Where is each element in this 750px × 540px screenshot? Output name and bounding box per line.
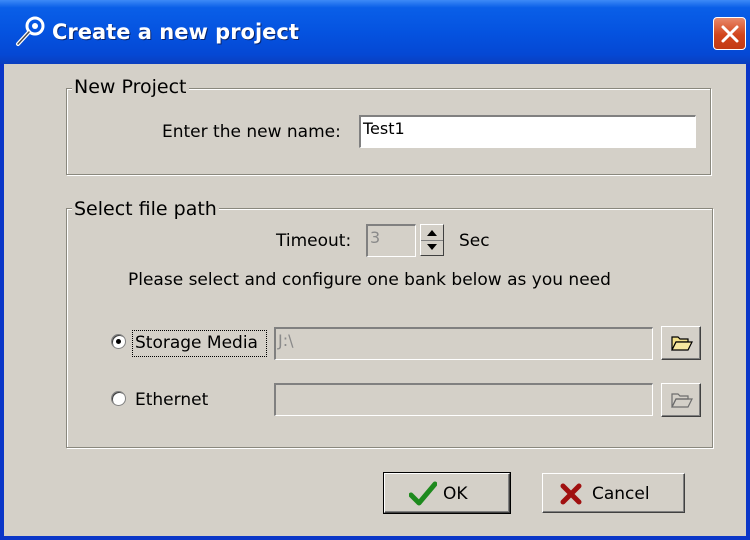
timeout-label: Timeout:: [276, 231, 352, 251]
storage-media-radio[interactable]: [111, 334, 126, 349]
storage-media-path[interactable]: J:\: [274, 327, 653, 360]
file-path-group-label: Select file path: [72, 198, 219, 220]
project-name-input[interactable]: Test1: [359, 115, 696, 148]
ethernet-radio[interactable]: [111, 391, 126, 406]
storage-media-browse-button[interactable]: [661, 326, 701, 360]
ok-label: OK: [443, 484, 468, 504]
timeout-input[interactable]: 3: [366, 224, 416, 257]
project-name-label: Enter the new name:: [162, 122, 341, 142]
ethernet-path[interactable]: [274, 383, 653, 416]
ethernet-browse-button[interactable]: [661, 383, 701, 417]
title-bar[interactable]: Create a new project: [0, 0, 750, 64]
new-project-group-label: New Project: [72, 76, 189, 98]
cancel-label: Cancel: [592, 484, 650, 504]
radio-selected-dot: [116, 339, 121, 344]
timeout-unit: Sec: [459, 231, 490, 251]
timeout-spinner[interactable]: [420, 224, 444, 256]
cancel-button[interactable]: Cancel: [542, 473, 685, 513]
close-button[interactable]: [713, 17, 746, 50]
create-project-dialog: Create a new project New Project Enter t…: [0, 0, 750, 540]
window-title: Create a new project: [52, 20, 299, 44]
instruction-text: Please select and configure one bank bel…: [128, 270, 611, 290]
ethernet-label[interactable]: Ethernet: [135, 389, 208, 411]
wrench-icon: [12, 14, 48, 50]
storage-media-label[interactable]: Storage Media: [135, 332, 258, 354]
ok-button[interactable]: OK: [383, 472, 511, 514]
